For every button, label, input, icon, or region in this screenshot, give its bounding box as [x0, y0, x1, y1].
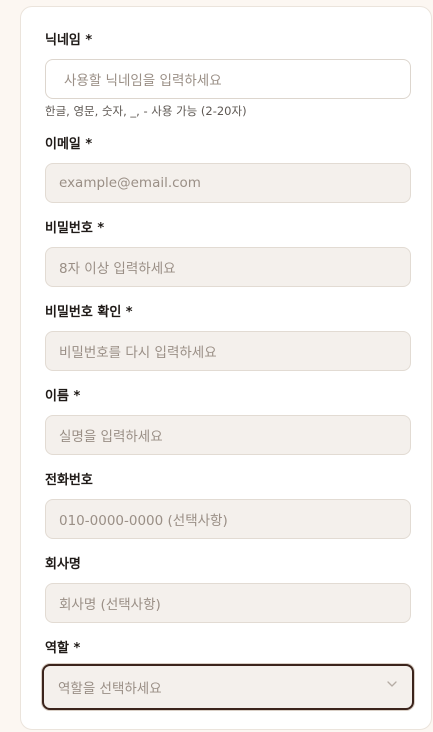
password-confirm-label: 비밀번호 확인 * [45, 305, 133, 320]
password-label: 비밀번호 * [45, 221, 105, 236]
name-input[interactable]: 실명을 입력하세요 [45, 415, 411, 455]
chevron-down-icon [387, 681, 397, 687]
email-input[interactable]: example@email.com [45, 163, 411, 203]
phone-input[interactable]: 010-0000-0000 (선택사항) [45, 499, 411, 539]
company-label: 회사명 [45, 557, 81, 572]
nickname-label: 닉네임 * [45, 33, 93, 48]
role-select[interactable]: 역할을 선택하세요 [42, 664, 414, 710]
role-select-value: 역할을 선택하세요 [58, 681, 162, 697]
phone-label: 전화번호 [45, 473, 93, 488]
company-input[interactable]: 회사명 (선택사항) [45, 583, 411, 623]
signup-form-card: 닉네임 * 사용할 닉네임을 입력하세요 한글, 영문, 숫자, _, - 사용… [20, 6, 432, 730]
email-label: 이메일 * [45, 137, 93, 152]
nickname-input[interactable]: 사용할 닉네임을 입력하세요 [45, 59, 411, 99]
password-input[interactable]: 8자 이상 입력하세요 [45, 247, 411, 287]
password-confirm-input[interactable]: 비밀번호를 다시 입력하세요 [45, 331, 411, 371]
nickname-hint: 한글, 영문, 숫자, _, - 사용 가능 (2-20자) [45, 104, 247, 118]
name-label: 이름 * [45, 389, 81, 404]
role-label: 역할 * [45, 641, 81, 656]
